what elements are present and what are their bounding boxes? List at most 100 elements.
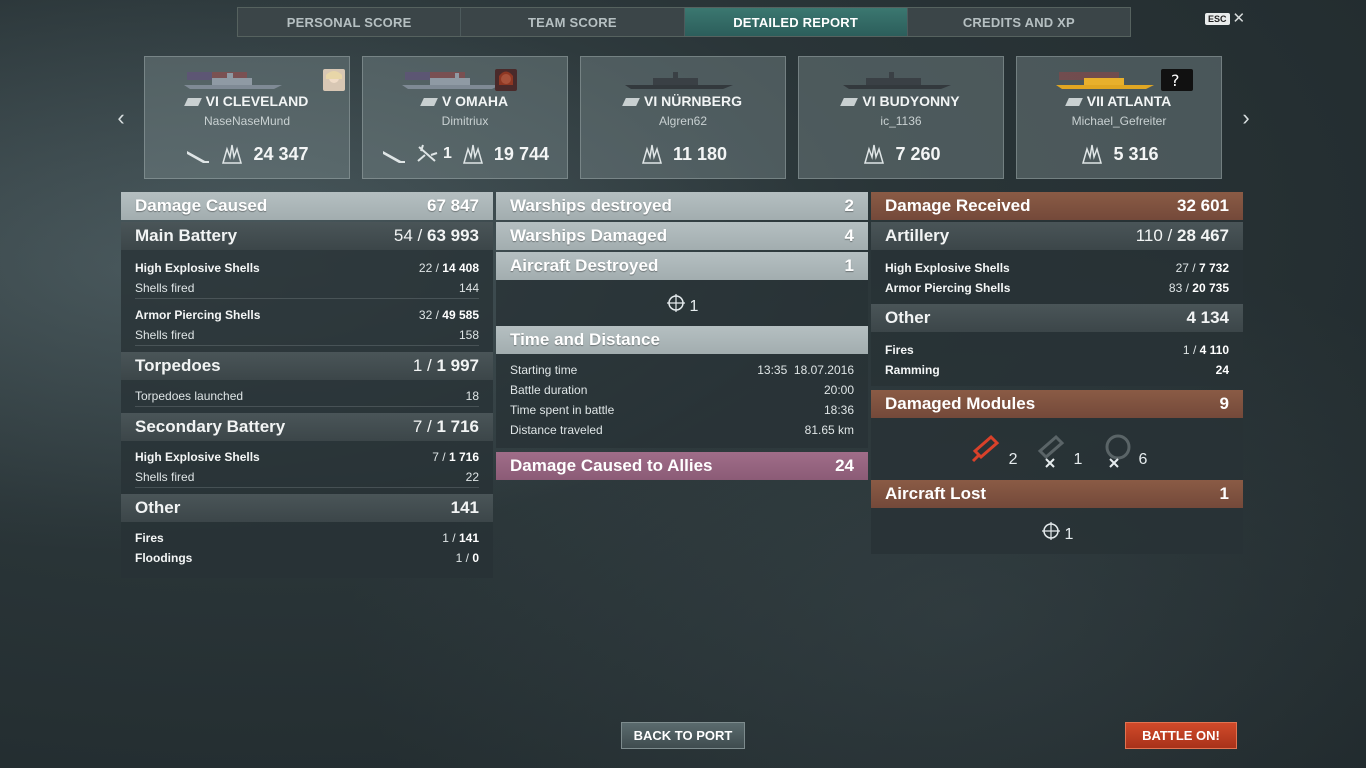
player-name: NaseNaseMund: [203, 114, 291, 128]
ship-name: VI CLEVELAND: [145, 93, 349, 109]
damage-value: 19 744: [493, 143, 549, 164]
damage-caused-panel: Damage Caused 67 847 Main Battery 54 / 63…: [121, 192, 493, 578]
warships-destroyed-header: Warships destroyed 2: [496, 192, 868, 220]
received-fires-row: Fires 1 / 4 110: [885, 343, 1229, 357]
damage-burst-icon: [641, 144, 662, 164]
damaged-modules-details: 2 1 6: [871, 418, 1243, 480]
ship-silhouette-icon: [625, 72, 733, 89]
damage-to-allies-header: Damage Caused to Allies 24: [496, 452, 868, 480]
ship-stats: 24 347: [145, 143, 349, 165]
aircraft-lost-count: 1: [1064, 526, 1074, 543]
esc-close-button[interactable]: ESC ✕: [1205, 10, 1246, 27]
planes-value: 1: [443, 145, 452, 162]
damage-value: 5 316: [1113, 143, 1159, 164]
ship-stats: 1 19 744: [363, 143, 567, 165]
torpedoes-header: Torpedoes 1 / 1 997: [121, 352, 493, 380]
svg-text:?: ?: [1171, 71, 1180, 90]
engine-module-icon: [971, 434, 999, 463]
secondary-he-row: High Explosive Shells 7 / 1 716: [135, 450, 479, 464]
secondary-fired-row: Shells fired 22: [135, 467, 479, 488]
captain-portrait-icon: [323, 69, 345, 91]
artillery-header: Artillery 110 / 28 467: [871, 222, 1243, 250]
received-other-details: Fires 1 / 4 110 Ramming 24: [871, 332, 1243, 386]
ship-stats: 5 316: [1017, 143, 1221, 165]
battle-summary-panel: Warships destroyed 2 Warships Damaged 4 Ai…: [496, 192, 868, 480]
player-name: Michael_Gefreiter: [1071, 114, 1167, 128]
tab-personal-score[interactable]: PERSONAL SCORE: [238, 8, 462, 36]
damaged-modules-header: Damaged Modules 9: [871, 390, 1243, 418]
battle-on-button[interactable]: BATTLE ON!: [1125, 722, 1237, 749]
tab-detailed-report[interactable]: DETAILED REPORT: [684, 8, 908, 36]
damage-value: 24 347: [253, 143, 309, 164]
secondary-battery-details: High Explosive Shells 7 / 1 716 Shells f…: [121, 441, 493, 494]
captain-portrait-icon: [495, 69, 517, 91]
damage-caused-header: Damage Caused 67 847: [121, 192, 493, 220]
damage-burst-icon: [222, 144, 243, 164]
received-ap-row: Armor Piercing Shells 83 / 20 735: [885, 281, 1229, 295]
floodings-row: Floodings 1 / 0: [135, 551, 479, 565]
ship-card[interactable]: ? VII ATLANTA Michael_Gefreiter 5 316: [1016, 56, 1222, 179]
module-aa: 6: [1096, 429, 1147, 469]
distance-traveled-row: Distance traveled 81.65 km: [510, 423, 854, 437]
ramming-row: Ramming 24: [885, 363, 1229, 377]
ship-sunk-icon: [383, 151, 406, 163]
artillery-details: High Explosive Shells 27 / 7 732 Armor P…: [871, 250, 1243, 304]
ship-name: VI BUDYONNY: [799, 93, 1003, 109]
back-to-port-button[interactable]: BACK TO PORT: [621, 722, 745, 749]
esc-key-label: ESC: [1205, 13, 1230, 25]
time-spent-row: Time spent in battle 18:36: [510, 403, 854, 417]
other-damage-header: Other 141: [121, 494, 493, 522]
aa-module-icon: [1105, 434, 1131, 468]
steering-module-icon: [1037, 434, 1064, 468]
ship-card[interactable]: V OMAHA Dimitriux 1 19 744: [362, 56, 568, 179]
ship-name: V OMAHA: [363, 93, 567, 109]
secondary-battery-header: Secondary Battery 7 / 1 716: [121, 413, 493, 441]
close-icon: ✕: [1232, 10, 1246, 27]
ship-card[interactable]: VI NÜRNBERG Algren62 11 180: [580, 56, 786, 179]
player-name: ic_1136: [880, 114, 922, 128]
captain-portrait-icon: ?: [1161, 69, 1193, 91]
aircraft-destroyed-header: Aircraft Destroyed 1: [496, 252, 868, 280]
plane-shot-down-icon: [417, 144, 438, 162]
main-battery-details: High Explosive Shells 22 / 14 408 Shells…: [121, 250, 493, 352]
damage-value: 7 260: [895, 143, 941, 164]
ship-silhouette-icon: [1056, 72, 1154, 89]
damage-burst-icon: [864, 144, 885, 164]
prev-arrow-icon[interactable]: ‹: [111, 104, 131, 132]
aircraft-lost-details: 1: [871, 508, 1243, 554]
module-engine: 2: [967, 429, 1018, 469]
tab-team-score[interactable]: TEAM SCORE: [461, 8, 685, 36]
main-battery-header: Main Battery 54 / 63 993: [121, 222, 493, 250]
ship-name: VI NÜRNBERG: [581, 93, 785, 109]
received-other-header: Other 4 134: [871, 304, 1243, 332]
ship-sunk-icon: [187, 151, 210, 163]
ship-silhouette-icon: [843, 72, 951, 89]
next-arrow-icon[interactable]: ›: [1236, 104, 1256, 132]
received-he-row: High Explosive Shells 27 / 7 732: [885, 261, 1229, 275]
player-name: Dimitriux: [441, 114, 489, 128]
ship-card[interactable]: VI BUDYONNY ic_1136 7 260: [798, 56, 1004, 179]
ship-card[interactable]: VI CLEVELAND NaseNaseMund 24 347: [144, 56, 350, 179]
starting-time-row: Starting time 13:35 18.07.2016: [510, 363, 854, 377]
aircraft-destroyed-count: 1: [689, 298, 699, 315]
ap-shells-row: Armor Piercing Shells 32 / 49 585: [135, 308, 479, 322]
time-distance-details: Starting time 13:35 18.07.2016 Battle dur…: [496, 354, 868, 448]
aircraft-crosshair-icon: [666, 294, 685, 312]
damage-received-panel: Damage Received 32 601 Artillery 110 / 28…: [871, 192, 1243, 554]
torpedoes-launched-row: Torpedoes launched 18: [135, 386, 479, 407]
battle-duration-row: Battle duration 20:00: [510, 383, 854, 397]
aircraft-destroyed-details: 1: [496, 280, 868, 326]
ship-stats: 11 180: [581, 143, 785, 165]
time-distance-header: Time and Distance: [496, 326, 868, 354]
tab-credits-and-xp[interactable]: CREDITS AND XP: [908, 8, 1130, 36]
damage-received-header: Damage Received 32 601: [871, 192, 1243, 220]
warships-damaged-header: Warships Damaged 4: [496, 222, 868, 250]
report-tabs: PERSONAL SCORE TEAM SCORE DETAILED REPOR…: [237, 7, 1131, 37]
fires-row: Fires 1 / 141: [135, 531, 479, 545]
module-steering: 1: [1032, 429, 1082, 469]
damage-burst-icon: [1082, 144, 1103, 164]
ship-stats: 7 260: [799, 143, 1003, 165]
other-damage-details: Fires 1 / 141 Floodings 1 / 0: [121, 522, 493, 578]
aircraft-lost-header: Aircraft Lost 1: [871, 480, 1243, 508]
ap-shells-fired-row: Shells fired 158: [135, 325, 479, 346]
